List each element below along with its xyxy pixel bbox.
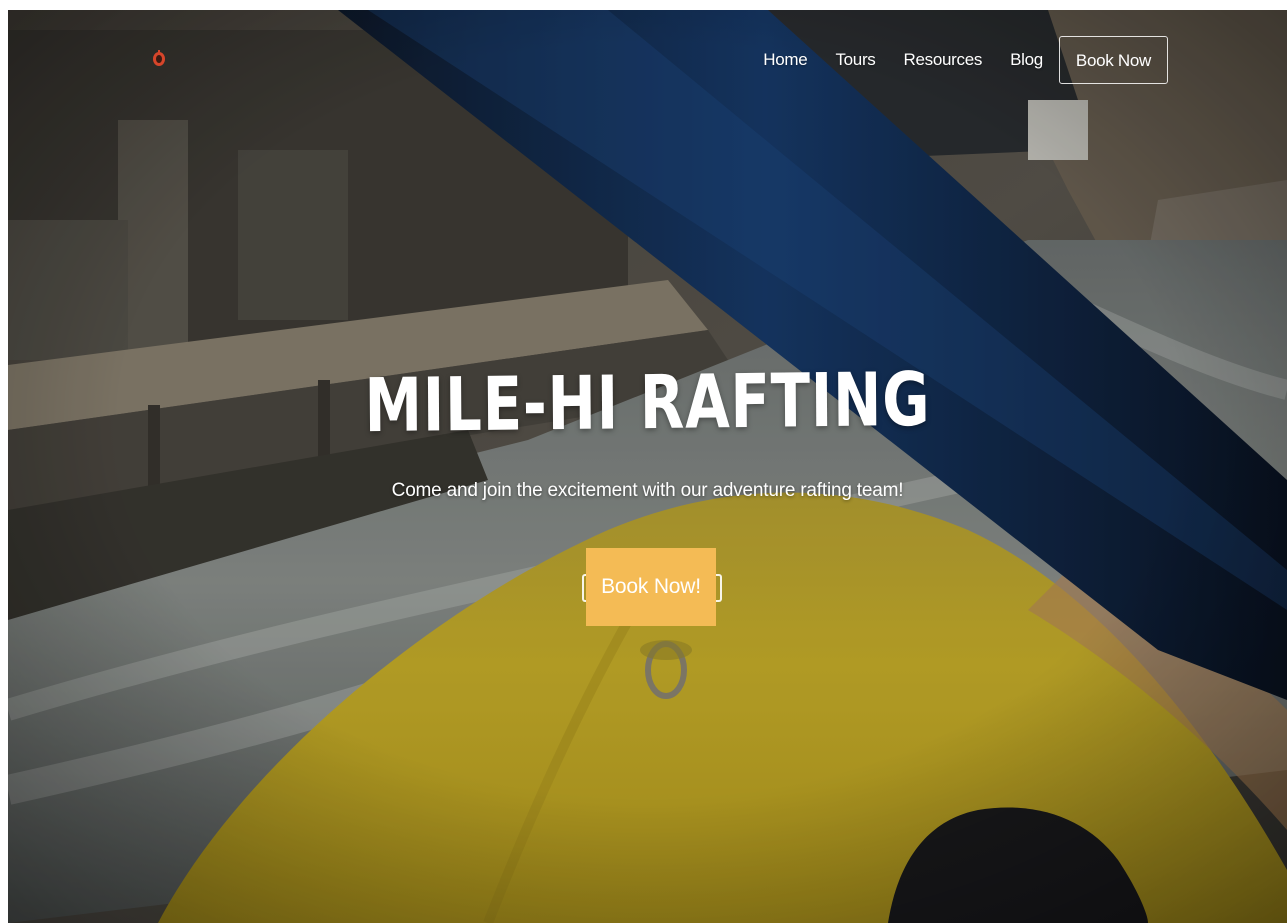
nav-book-now-button[interactable]: Book Now — [1058, 36, 1168, 84]
page: Home Tours Resources Blog Book Now MILE-… — [0, 0, 1287, 923]
hero-cta-group: Book Now! — [582, 548, 722, 628]
nav-link-resources[interactable]: Resources — [890, 35, 997, 85]
main-nav: Home Tours Resources Blog Book Now — [749, 35, 1168, 85]
cta-right-bracket — [716, 574, 722, 602]
hero-section: Home Tours Resources Blog Book Now MILE-… — [8, 10, 1287, 923]
hero-background-image — [8, 10, 1287, 923]
hero-title: MILE-HI RAFTING — [364, 356, 931, 450]
paddle-logo-icon[interactable] — [151, 50, 167, 68]
hero-book-now-button[interactable]: Book Now! — [586, 548, 716, 626]
nav-link-home[interactable]: Home — [749, 35, 821, 85]
hero-subtitle: Come and join the excitement with our ad… — [391, 480, 904, 501]
nav-link-blog[interactable]: Blog — [996, 35, 1057, 85]
nav-link-tours[interactable]: Tours — [821, 35, 889, 85]
